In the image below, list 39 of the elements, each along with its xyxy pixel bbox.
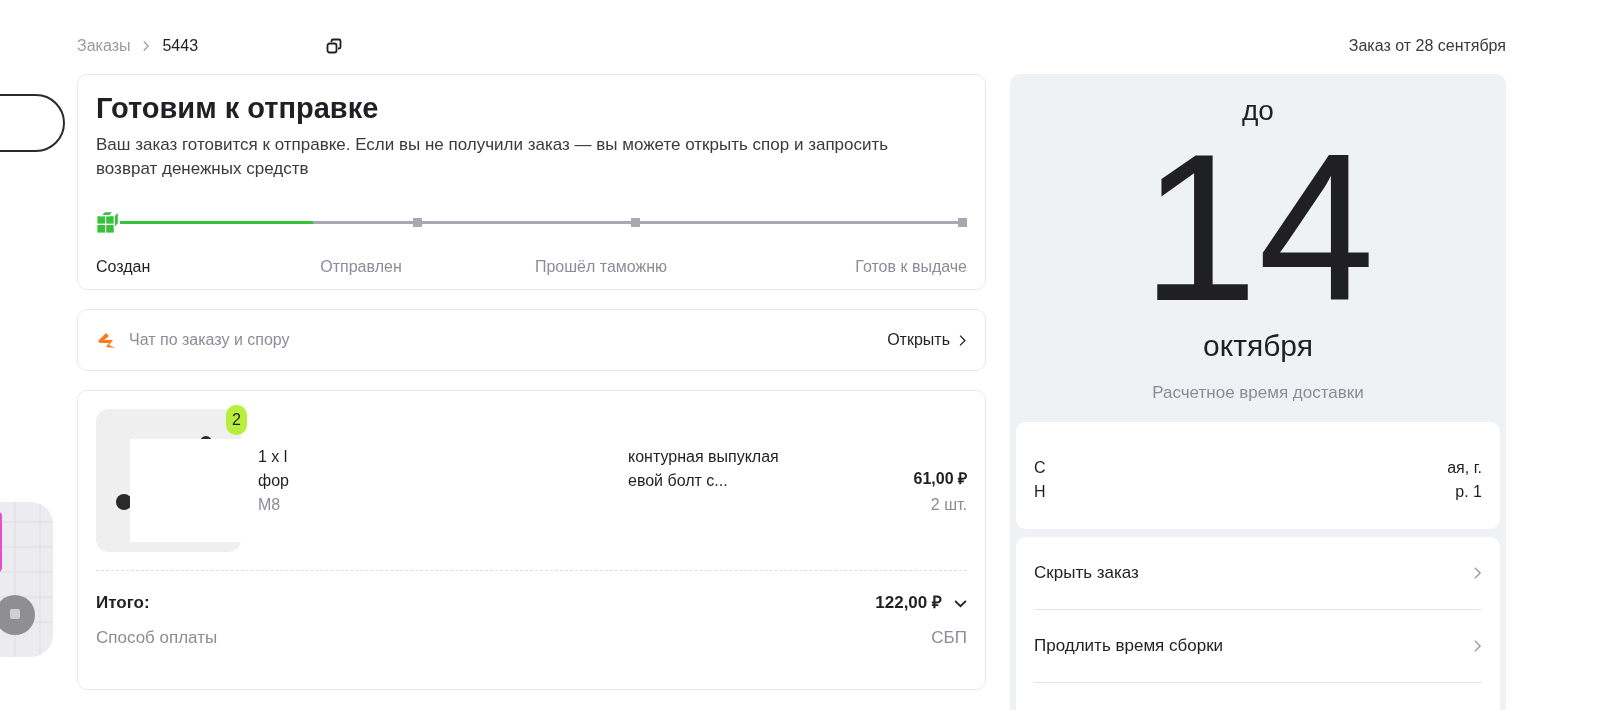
product-title: евой болт с...	[628, 471, 729, 491]
delivery-prefix: до	[1242, 94, 1274, 128]
stage-label: Готов к выдаче	[854, 257, 967, 277]
quantity-badge: 2	[226, 405, 247, 435]
order-date: Заказ от 28 сентября	[1347, 36, 1506, 56]
product-title: контурная выпуклая	[628, 447, 780, 467]
address-text: С	[1034, 457, 1047, 478]
status-description: Ваш заказ готовится к отправке. Если вы не получили заказ — вы можете открыть спор и запросить возврат денежных средств	[96, 134, 890, 180]
total-label: Итого:	[96, 592, 150, 615]
chat-row[interactable]: Чат по заказу и спору Открыть	[77, 309, 986, 371]
payment-value: СБП	[931, 627, 967, 649]
product-quantity: 2 шт.	[929, 495, 967, 515]
chevron-right-icon	[142, 40, 151, 52]
product-title: фор	[258, 471, 290, 491]
stage-label: Прошёл таможню	[533, 257, 669, 277]
product-variant: M8	[258, 495, 282, 515]
delivery-day: 14	[1121, 138, 1395, 318]
total-toggle[interactable]: 122,00 ₽	[875, 590, 967, 616]
address-text: р. 1	[1454, 481, 1482, 502]
payment-label: Способ оплаты	[96, 627, 218, 649]
action-item[interactable]: Скрыть заказ	[1034, 536, 1482, 610]
chevron-right-icon	[1473, 638, 1482, 653]
copy-icon[interactable]	[326, 38, 343, 54]
order-number: 5443	[162, 36, 199, 56]
chevron-right-icon	[1473, 565, 1482, 580]
delivery-caption: Расчетное время доставки	[1152, 382, 1364, 404]
product-title: 1 x l	[258, 447, 289, 467]
address-text: Н	[1034, 481, 1047, 502]
address-text: ая, г.	[1447, 457, 1482, 478]
chevron-right-icon	[958, 333, 967, 347]
stage-label: Создан	[96, 257, 152, 277]
chevron-down-icon	[954, 598, 967, 608]
chat-label: Чат по заказу и спору	[129, 330, 290, 350]
open-link[interactable]: Открыть	[887, 328, 967, 352]
delivery-month: октября	[1203, 328, 1313, 364]
action-item[interactable]: Продлить время сборки	[1034, 609, 1482, 683]
stage-label: Отправлен	[319, 257, 403, 277]
status-title: Готовим к отправке	[96, 91, 380, 126]
product-price: 61,00 ₽	[912, 469, 967, 489]
